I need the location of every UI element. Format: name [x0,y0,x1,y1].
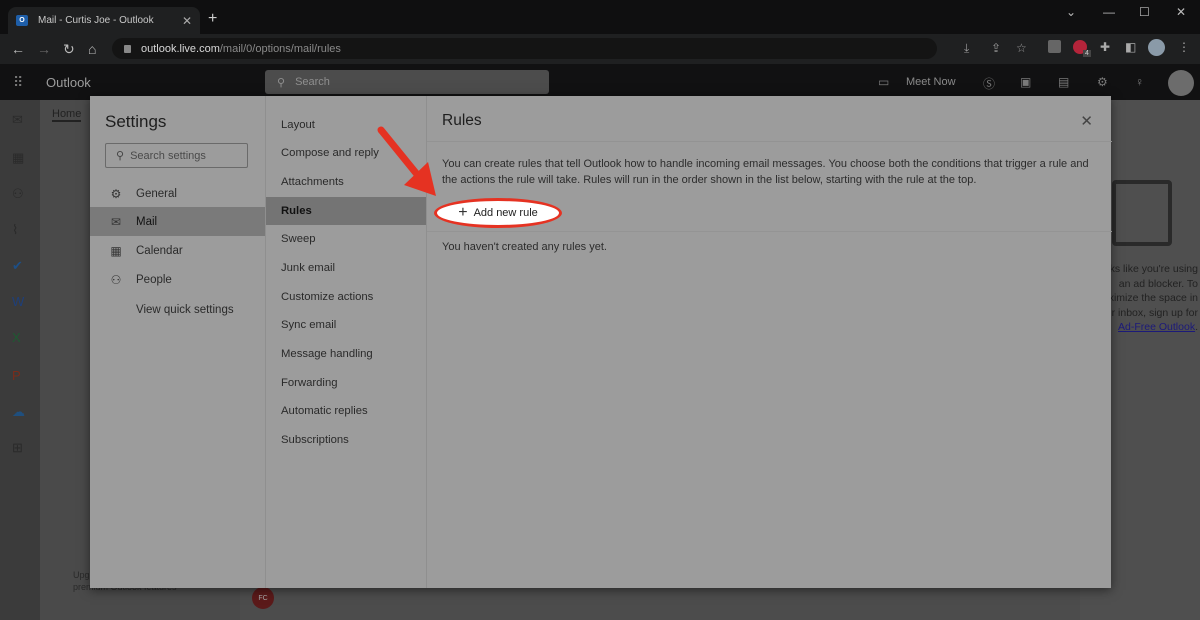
subnav-layout[interactable]: Layout [266,111,426,139]
minimize-button[interactable]: — [1103,5,1115,19]
bookmark-star-icon[interactable]: ☆ [1016,41,1027,55]
browser-tab-bar: O Mail - Curtis Joe - Outlook ✕ + ⌄ — ☐ … [0,0,1200,34]
settings-search-input[interactable]: ⚲ Search settings [105,143,248,168]
settings-nav-general[interactable]: ⚙ General [90,179,265,208]
search-icon: ⚲ [116,150,125,162]
people-icon: ⚇ [110,272,122,287]
meet-now-button[interactable]: Meet Now [906,76,956,88]
url-host: outlook.live.com [141,42,220,55]
browser-menu-icon[interactable]: ⋮ [1178,40,1190,54]
rules-description: You can create rules that tell Outlook h… [442,158,1089,186]
share-icon[interactable]: ⇪ [991,41,1001,55]
attachment-icon[interactable]: ⌇ [12,222,18,238]
settings-nav-people[interactable]: ⚇ People [90,265,265,294]
outlook-logo-icon [1112,180,1172,246]
app-launcher-icon[interactable]: ⠿ [13,74,23,91]
tab-close-icon[interactable]: ✕ [182,14,192,28]
search-icon: ⚲ [277,76,286,89]
subnav-forwarding[interactable]: Forwarding [266,369,426,397]
divider [427,141,1112,142]
settings-nav-calendar[interactable]: ▦ Calendar [90,236,265,265]
plus-icon: + [458,204,468,221]
outlook-brand: Outlook [46,75,91,90]
more-apps-icon[interactable]: ⊞ [12,440,23,456]
calendar-icon: ▦ [110,243,122,258]
excel-icon[interactable]: X [12,330,21,345]
nav-label: People [136,273,172,286]
adblock-badge: 4 [1083,50,1091,57]
close-window-button[interactable]: ✕ [1176,5,1186,19]
mail-icon: ✉ [110,214,122,229]
profile-avatar[interactable] [1148,39,1165,56]
ad-free-link[interactable]: Ad-Free Outlook [1118,321,1195,333]
forward-icon[interactable]: → [37,41,51,57]
no-rules-message: You haven't created any rules yet. [442,241,607,253]
back-icon[interactable]: ← [11,41,25,57]
add-new-rule-button[interactable]: + Add new rule [434,198,562,228]
sender-avatar: FC [252,587,274,609]
subnav-sync-email[interactable]: Sync email [266,311,426,339]
settings-search-placeholder: Search settings [130,149,206,162]
settings-title: Settings [105,112,167,131]
onedrive-icon[interactable]: ☁ [12,404,25,420]
install-icon[interactable]: ⤓ [964,41,969,56]
subnav-sweep[interactable]: Sweep [266,225,426,253]
tab-search-icon[interactable]: ⌄ [1066,5,1076,19]
url-path: /mail/0/options/mail/rules [219,42,341,55]
subnav-attachments[interactable]: Attachments [266,168,426,196]
nav-label: Calendar [136,244,183,257]
subnav-automatic-replies[interactable]: Automatic replies [266,397,426,425]
maximize-button[interactable]: ☐ [1139,5,1150,19]
lock-icon [124,44,131,53]
view-quick-settings-link[interactable]: View quick settings [90,295,265,324]
subnav-subscriptions[interactable]: Subscriptions [266,426,426,454]
subnav-rules[interactable]: Rules [266,197,426,225]
extension-icon[interactable] [1048,40,1061,53]
tab-title: Mail - Curtis Joe - Outlook [38,15,154,26]
skype-icon[interactable]: Ⓢ [983,75,995,92]
app-rail: ✉ ▦ ⚇ ⌇ ✔ W X P ☁ ⊞ [0,100,40,620]
close-settings-button[interactable]: ✕ [1080,112,1093,130]
powerpoint-icon[interactable]: P [12,368,21,383]
search-placeholder: Search [295,76,330,88]
new-tab-button[interactable]: + [208,10,217,28]
outlook-search-box[interactable]: ⚲ Search [265,70,549,94]
gear-icon: ⚙ [110,186,122,201]
mail-icon[interactable]: ✉ [12,112,23,128]
calendar-icon[interactable]: ▦ [12,150,24,166]
rules-panel: Rules ✕ You can create rules that tell O… [426,96,1112,588]
nav-label: Mail [136,215,158,228]
subnav-customize-actions[interactable]: Customize actions [266,283,426,311]
settings-nav: Settings ⚲ Search settings ⚙ General ✉ Mail… [90,96,265,588]
add-rule-label: Add new rule [473,207,538,219]
my-day-icon[interactable]: ▤ [1058,75,1069,89]
settings-gear-icon[interactable]: ⚙ [1097,75,1108,89]
side-panel-icon[interactable]: ◧ [1125,40,1136,54]
outlook-icon: O [16,15,28,26]
people-icon[interactable]: ⚇ [12,186,24,202]
onenote-icon[interactable]: ▣ [1020,75,1031,89]
divider [427,231,1112,232]
home-tab[interactable]: Home [52,108,82,122]
subnav-junk-email[interactable]: Junk email [266,254,426,282]
tips-lightbulb-icon[interactable]: ♀ [1135,75,1144,89]
settings-dialog: Settings ⚲ Search settings ⚙ General ✉ Mail… [90,96,1112,588]
address-bar[interactable]: outlook.live.com/mail/0/options/mail/rul… [112,38,937,59]
word-icon[interactable]: W [12,294,24,309]
account-avatar[interactable] [1168,70,1194,96]
extensions-puzzle-icon[interactable]: ✚ [1100,40,1110,54]
nav-label: General [136,187,177,200]
mail-subnav: Layout Compose and reply Attachments Rul… [265,96,426,588]
settings-nav-mail[interactable]: ✉ Mail [90,207,265,236]
subnav-compose-and-reply[interactable]: Compose and reply [266,139,426,167]
reload-icon[interactable]: ↻ [63,41,75,58]
home-icon[interactable]: ⌂ [88,41,96,57]
todo-icon[interactable]: ✔ [12,258,23,274]
subnav-message-handling[interactable]: Message handling [266,340,426,368]
browser-tab[interactable]: O Mail - Curtis Joe - Outlook ✕ [8,7,200,34]
video-icon[interactable]: ▭ [878,75,889,89]
rules-title: Rules [442,112,482,129]
